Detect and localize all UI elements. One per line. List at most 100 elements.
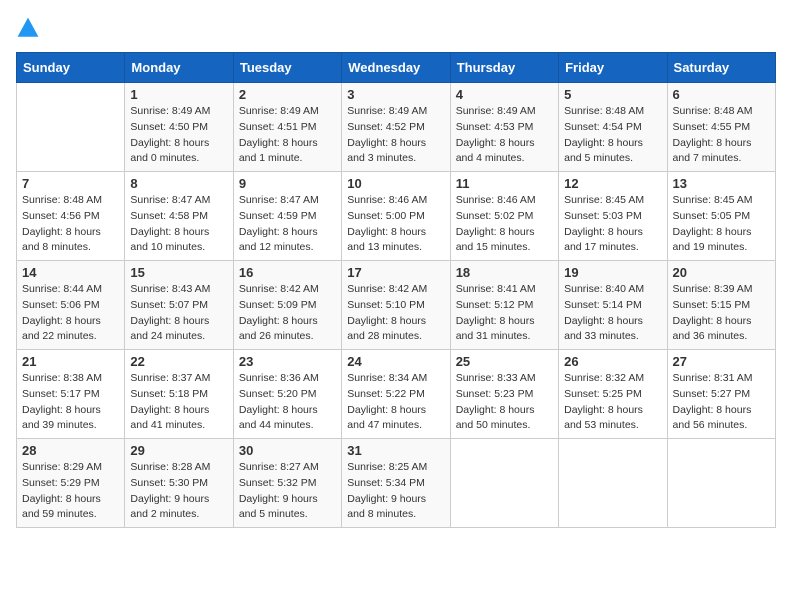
calendar-cell: [450, 439, 558, 528]
day-detail: Sunrise: 8:41 AMSunset: 5:12 PMDaylight:…: [456, 282, 553, 345]
calendar-cell: 2 Sunrise: 8:49 AMSunset: 4:51 PMDaylight…: [233, 83, 341, 172]
day-detail: Sunrise: 8:27 AMSunset: 5:32 PMDaylight:…: [239, 460, 336, 523]
calendar-cell: 19 Sunrise: 8:40 AMSunset: 5:14 PMDayligh…: [559, 261, 667, 350]
calendar-cell: 17 Sunrise: 8:42 AMSunset: 5:10 PMDayligh…: [342, 261, 450, 350]
day-detail: Sunrise: 8:40 AMSunset: 5:14 PMDaylight:…: [564, 282, 661, 345]
day-detail: Sunrise: 8:47 AMSunset: 4:58 PMDaylight:…: [130, 193, 227, 256]
day-detail: Sunrise: 8:34 AMSunset: 5:22 PMDaylight:…: [347, 371, 444, 434]
day-number: 5: [564, 87, 661, 102]
calendar-cell: 20 Sunrise: 8:39 AMSunset: 5:15 PMDayligh…: [667, 261, 775, 350]
day-detail: Sunrise: 8:32 AMSunset: 5:25 PMDaylight:…: [564, 371, 661, 434]
day-number: 17: [347, 265, 444, 280]
day-detail: Sunrise: 8:43 AMSunset: 5:07 PMDaylight:…: [130, 282, 227, 345]
week-row-5: 28 Sunrise: 8:29 AMSunset: 5:29 PMDayligh…: [17, 439, 776, 528]
day-number: 23: [239, 354, 336, 369]
day-detail: Sunrise: 8:28 AMSunset: 5:30 PMDaylight:…: [130, 460, 227, 523]
day-number: 16: [239, 265, 336, 280]
day-detail: Sunrise: 8:45 AMSunset: 5:03 PMDaylight:…: [564, 193, 661, 256]
calendar-cell: 27Sunrise: 8:31 AMSunset: 5:27 PMDayligh…: [667, 350, 775, 439]
calendar-cell: 21 Sunrise: 8:38 AMSunset: 5:17 PMDayligh…: [17, 350, 125, 439]
calendar-cell: 10 Sunrise: 8:46 AMSunset: 5:00 PMDayligh…: [342, 172, 450, 261]
day-detail: Sunrise: 8:25 AMSunset: 5:34 PMDaylight:…: [347, 460, 444, 523]
day-number: 21: [22, 354, 119, 369]
week-row-4: 21 Sunrise: 8:38 AMSunset: 5:17 PMDayligh…: [17, 350, 776, 439]
calendar-cell: 1Sunrise: 8:49 AMSunset: 4:50 PMDaylight…: [125, 83, 233, 172]
calendar-cell: 12 Sunrise: 8:45 AMSunset: 5:03 PMDayligh…: [559, 172, 667, 261]
day-number: 14: [22, 265, 119, 280]
day-detail: Sunrise: 8:48 AMSunset: 4:55 PMDaylight:…: [673, 104, 770, 167]
day-detail: Sunrise: 8:39 AMSunset: 5:15 PMDaylight:…: [673, 282, 770, 345]
day-number: 29: [130, 443, 227, 458]
day-detail: Sunrise: 8:48 AMSunset: 4:54 PMDaylight:…: [564, 104, 661, 167]
day-detail: Sunrise: 8:33 AMSunset: 5:23 PMDaylight:…: [456, 371, 553, 434]
day-detail: Sunrise: 8:42 AMSunset: 5:09 PMDaylight:…: [239, 282, 336, 345]
day-number: 31: [347, 443, 444, 458]
calendar-cell: 30Sunrise: 8:27 AMSunset: 5:32 PMDayligh…: [233, 439, 341, 528]
day-number: 19: [564, 265, 661, 280]
calendar-cell: 7Sunrise: 8:48 AMSunset: 4:56 PMDaylight…: [17, 172, 125, 261]
day-detail: Sunrise: 8:49 AMSunset: 4:51 PMDaylight:…: [239, 104, 336, 167]
calendar-cell: 15 Sunrise: 8:43 AMSunset: 5:07 PMDayligh…: [125, 261, 233, 350]
day-number: 8: [130, 176, 227, 191]
day-number: 6: [673, 87, 770, 102]
day-detail: Sunrise: 8:42 AMSunset: 5:10 PMDaylight:…: [347, 282, 444, 345]
calendar-cell: 25 Sunrise: 8:33 AMSunset: 5:23 PMDayligh…: [450, 350, 558, 439]
calendar-cell: 8 Sunrise: 8:47 AMSunset: 4:58 PMDaylight…: [125, 172, 233, 261]
week-row-2: 7Sunrise: 8:48 AMSunset: 4:56 PMDaylight…: [17, 172, 776, 261]
header-day-thursday: Thursday: [450, 53, 558, 83]
calendar-cell: [17, 83, 125, 172]
day-detail: Sunrise: 8:47 AMSunset: 4:59 PMDaylight:…: [239, 193, 336, 256]
day-number: 20: [673, 265, 770, 280]
header: [16, 16, 776, 40]
day-number: 2: [239, 87, 336, 102]
day-detail: Sunrise: 8:49 AMSunset: 4:52 PMDaylight:…: [347, 104, 444, 167]
calendar-cell: 31 Sunrise: 8:25 AMSunset: 5:34 PMDayligh…: [342, 439, 450, 528]
calendar-cell: 14 Sunrise: 8:44 AMSunset: 5:06 PMDayligh…: [17, 261, 125, 350]
day-number: 25: [456, 354, 553, 369]
calendar-cell: 6 Sunrise: 8:48 AMSunset: 4:55 PMDaylight…: [667, 83, 775, 172]
day-detail: Sunrise: 8:49 AMSunset: 4:50 PMDaylight:…: [130, 104, 227, 167]
calendar-cell: 13 Sunrise: 8:45 AMSunset: 5:05 PMDayligh…: [667, 172, 775, 261]
day-detail: Sunrise: 8:46 AMSunset: 5:00 PMDaylight:…: [347, 193, 444, 256]
calendar-cell: 11 Sunrise: 8:46 AMSunset: 5:02 PMDayligh…: [450, 172, 558, 261]
calendar-cell: 24 Sunrise: 8:34 AMSunset: 5:22 PMDayligh…: [342, 350, 450, 439]
calendar-cell: 28 Sunrise: 8:29 AMSunset: 5:29 PMDayligh…: [17, 439, 125, 528]
calendar-cell: [667, 439, 775, 528]
calendar-cell: 4 Sunrise: 8:49 AMSunset: 4:53 PMDaylight…: [450, 83, 558, 172]
day-number: 11: [456, 176, 553, 191]
day-detail: Sunrise: 8:37 AMSunset: 5:18 PMDaylight:…: [130, 371, 227, 434]
day-number: 24: [347, 354, 444, 369]
day-number: 13: [673, 176, 770, 191]
calendar-cell: 3Sunrise: 8:49 AMSunset: 4:52 PMDaylight…: [342, 83, 450, 172]
header-day-wednesday: Wednesday: [342, 53, 450, 83]
header-row: SundayMondayTuesdayWednesdayThursdayFrid…: [17, 53, 776, 83]
day-detail: Sunrise: 8:45 AMSunset: 5:05 PMDaylight:…: [673, 193, 770, 256]
logo: [16, 16, 44, 40]
day-detail: Sunrise: 8:36 AMSunset: 5:20 PMDaylight:…: [239, 371, 336, 434]
day-detail: Sunrise: 8:38 AMSunset: 5:17 PMDaylight:…: [22, 371, 119, 434]
calendar-table: SundayMondayTuesdayWednesdayThursdayFrid…: [16, 52, 776, 528]
day-detail: Sunrise: 8:29 AMSunset: 5:29 PMDaylight:…: [22, 460, 119, 523]
day-number: 22: [130, 354, 227, 369]
day-number: 4: [456, 87, 553, 102]
calendar-cell: 9 Sunrise: 8:47 AMSunset: 4:59 PMDaylight…: [233, 172, 341, 261]
day-number: 15: [130, 265, 227, 280]
day-number: 9: [239, 176, 336, 191]
calendar-cell: 23 Sunrise: 8:36 AMSunset: 5:20 PMDayligh…: [233, 350, 341, 439]
header-day-saturday: Saturday: [667, 53, 775, 83]
day-number: 10: [347, 176, 444, 191]
calendar-cell: 18Sunrise: 8:41 AMSunset: 5:12 PMDayligh…: [450, 261, 558, 350]
calendar-cell: [559, 439, 667, 528]
calendar-cell: 16 Sunrise: 8:42 AMSunset: 5:09 PMDayligh…: [233, 261, 341, 350]
day-detail: Sunrise: 8:31 AMSunset: 5:27 PMDaylight:…: [673, 371, 770, 434]
day-number: 26: [564, 354, 661, 369]
day-number: 12: [564, 176, 661, 191]
header-day-friday: Friday: [559, 53, 667, 83]
day-number: 28: [22, 443, 119, 458]
header-day-tuesday: Tuesday: [233, 53, 341, 83]
header-day-monday: Monday: [125, 53, 233, 83]
day-detail: Sunrise: 8:49 AMSunset: 4:53 PMDaylight:…: [456, 104, 553, 167]
day-detail: Sunrise: 8:46 AMSunset: 5:02 PMDaylight:…: [456, 193, 553, 256]
calendar-cell: 26 Sunrise: 8:32 AMSunset: 5:25 PMDayligh…: [559, 350, 667, 439]
day-detail: Sunrise: 8:44 AMSunset: 5:06 PMDaylight:…: [22, 282, 119, 345]
